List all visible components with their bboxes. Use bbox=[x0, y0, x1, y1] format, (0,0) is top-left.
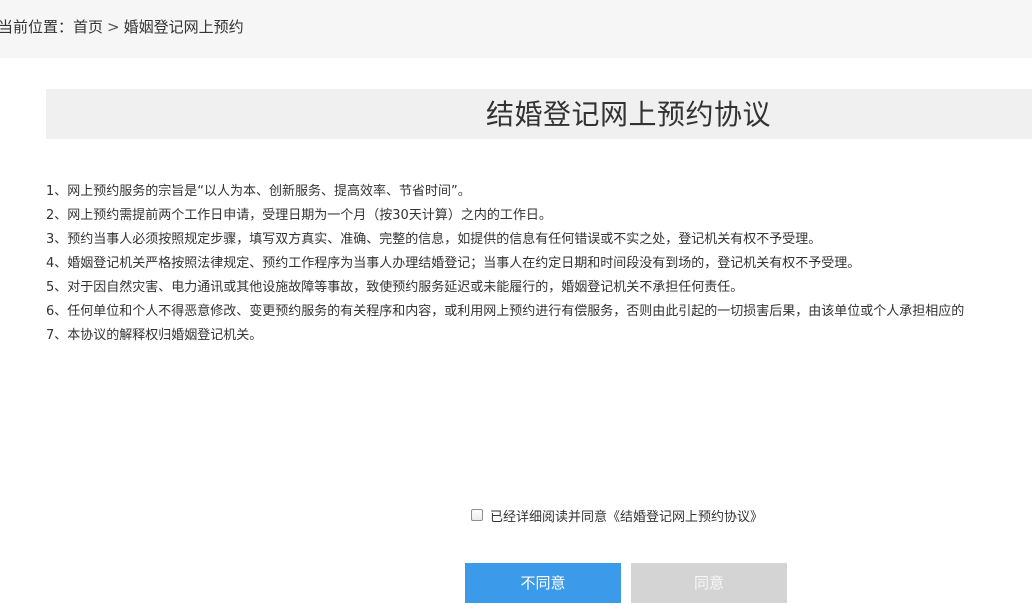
term-item: 2、网上预约需提前两个工作日申请，受理日期为一个月（按30天计算）之内的工作日。 bbox=[46, 208, 552, 223]
term-item: 6、任何单位和个人不得恶意修改、变更预约服务的有关程序和内容，或利用网上预约进行… bbox=[46, 304, 965, 319]
breadcrumb-current: 婚姻登记网上预约 bbox=[123, 18, 244, 36]
term-item: 4、婚姻登记机关严格按照法律规定、预约工作程序为当事人办理结婚登记；当事人在约定… bbox=[46, 256, 861, 271]
agreement-row: 已经详细阅读并同意《结婚登记网上预约协议》 bbox=[471, 505, 763, 525]
breadcrumb-prefix: 当前位置： bbox=[0, 18, 74, 36]
term-item: 5、对于因自然灾害、电力通讯或其他设施故障等事故，致使预约服务延迟或未能履行的，… bbox=[46, 280, 744, 295]
term-item: 3、预约当事人必须按照规定步骤，填写双方真实、准确、完整的信息，如提供的信息有任… bbox=[46, 232, 822, 247]
agreement-terms-list: 1、网上预约服务的宗旨是“以人为本、创新服务、提高效率、节省时间”。 2、网上预… bbox=[46, 180, 1032, 348]
term-item: 1、网上预约服务的宗旨是“以人为本、创新服务、提高效率、节省时间”。 bbox=[46, 184, 471, 199]
agree-checkbox[interactable] bbox=[471, 509, 483, 521]
breadcrumb-separator: > bbox=[107, 18, 120, 36]
breadcrumb: 当前位置：首页 > 婚姻登记网上预约 bbox=[0, 17, 244, 37]
disagree-button[interactable]: 不同意 bbox=[465, 563, 621, 603]
breadcrumb-home-link[interactable]: 首页 bbox=[73, 17, 103, 37]
agree-checkbox-label[interactable]: 已经详细阅读并同意《结婚登记网上预约协议》 bbox=[490, 506, 763, 525]
page-title: 结婚登记网上预约协议 bbox=[486, 98, 772, 131]
agree-button[interactable]: 同意 bbox=[631, 563, 787, 603]
term-item: 7、本协议的解释权归婚姻登记机关。 bbox=[46, 328, 263, 343]
breadcrumb-bar: 当前位置：首页 > 婚姻登记网上预约 bbox=[0, 0, 1032, 58]
